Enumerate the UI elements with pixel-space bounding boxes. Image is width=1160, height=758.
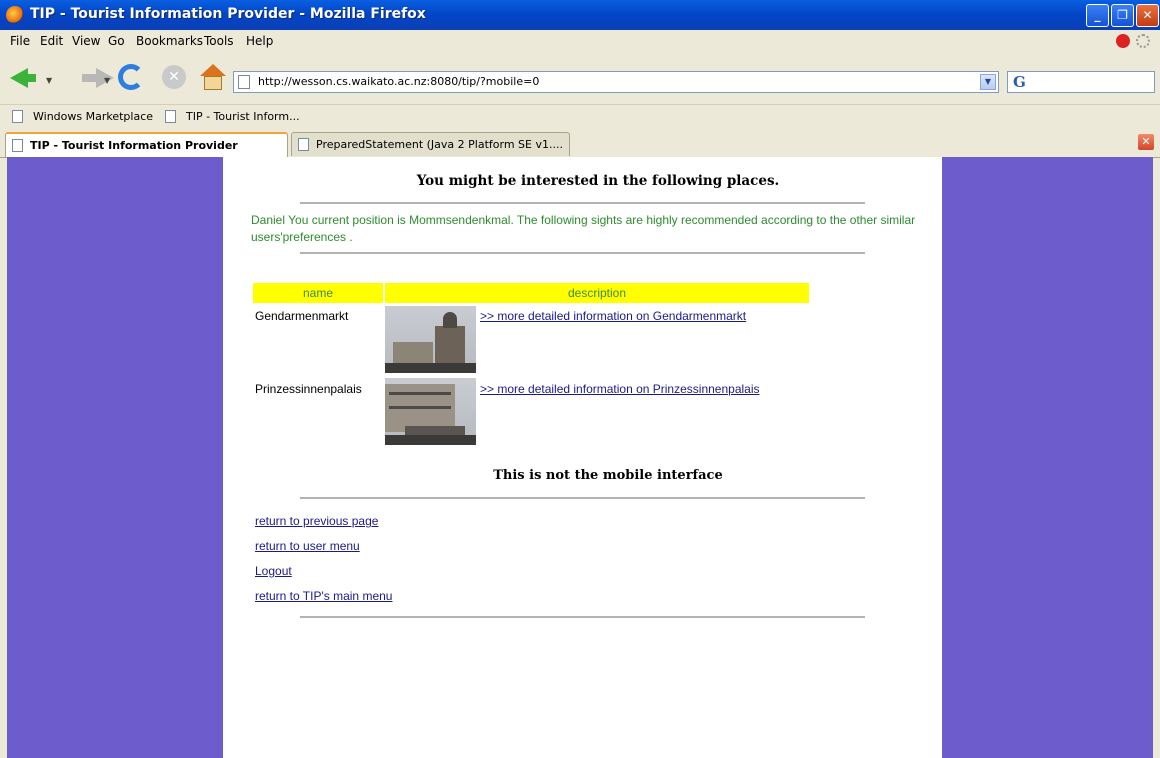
menu-edit[interactable]: Edit <box>40 34 63 48</box>
logout-link[interactable]: Logout <box>255 564 292 578</box>
menu-tools[interactable]: Tools <box>204 34 234 48</box>
forward-dropdown-icon[interactable]: ▼ <box>104 76 110 85</box>
tab-label: PreparedStatement (Java 2 Platform SE v1… <box>316 138 563 151</box>
throbber-icon <box>1136 34 1150 48</box>
address-bar[interactable]: http://wesson.cs.waikato.ac.nz:8080/tip/… <box>233 71 999 93</box>
close-window-button[interactable]: ✕ <box>1136 4 1159 27</box>
menu-view[interactable]: View <box>72 34 100 48</box>
photo-ground <box>385 435 476 445</box>
reload-icon[interactable] <box>118 64 144 90</box>
menu-bar: File Edit View Go Bookmarks Tools Help <box>0 30 1160 52</box>
tab-preparedstatement[interactable]: PreparedStatement (Java 2 Platform SE v1… <box>291 132 570 156</box>
page-icon <box>238 75 250 89</box>
interface-notice: This is not the mobile interface <box>493 468 723 483</box>
chevron-down-icon[interactable]: ▼ <box>980 74 996 90</box>
page-content: You might be interested in the following… <box>223 157 942 758</box>
page-icon <box>12 139 23 152</box>
stop-sign-icon <box>1116 34 1130 48</box>
google-search-icon[interactable]: G <box>1013 73 1026 91</box>
divider <box>300 497 865 499</box>
home-body <box>204 76 222 90</box>
close-tab-icon[interactable]: ✕ <box>1138 134 1154 150</box>
maximize-button[interactable]: ❐ <box>1111 4 1134 27</box>
bookmark-windows-marketplace[interactable]: Windows Marketplace <box>33 110 153 123</box>
stop-icon[interactable]: ✕ <box>162 65 186 89</box>
menu-help[interactable]: Help <box>246 34 273 48</box>
page-icon <box>165 110 176 123</box>
menu-go[interactable]: Go <box>108 34 125 48</box>
photo-building <box>435 326 465 366</box>
column-header-description: description <box>385 283 809 303</box>
bookmarks-toolbar: Windows Marketplace TIP - Tourist Inform… <box>0 105 1160 129</box>
more-info-link-gendarmenmarkt[interactable]: >> more detailed information on Gendarme… <box>480 309 746 323</box>
home-icon[interactable] <box>200 64 226 90</box>
menu-file[interactable]: File <box>10 34 30 48</box>
place-name: Gendarmenmarkt <box>255 309 349 323</box>
back-button[interactable] <box>26 74 36 82</box>
page-heading: You might be interested in the following… <box>416 173 780 189</box>
page-icon <box>298 138 309 151</box>
more-info-link-prinzessinnenpalais[interactable]: >> more detailed information on Prinzess… <box>480 382 760 396</box>
menu-bookmarks[interactable]: Bookmarks <box>136 34 203 48</box>
photo-ground <box>385 363 476 373</box>
page-viewport: You might be interested in the following… <box>7 157 1153 758</box>
divider <box>300 202 865 204</box>
column-header-name: name <box>253 283 383 303</box>
minimize-button[interactable]: _ <box>1086 4 1109 27</box>
divider <box>300 616 865 618</box>
return-main-menu-link[interactable]: return to TIP's main menu <box>255 589 392 603</box>
forward-button[interactable] <box>82 74 96 82</box>
window-title: TIP - Tourist Information Provider - Moz… <box>30 6 426 22</box>
tab-tip[interactable]: TIP - Tourist Information Provider <box>5 132 288 157</box>
window-titlebar: TIP - Tourist Information Provider - Moz… <box>0 0 1160 30</box>
return-previous-link[interactable]: return to previous page <box>255 514 378 528</box>
photo-dome <box>443 312 457 328</box>
firefox-icon <box>6 6 24 24</box>
page-icon <box>12 110 23 123</box>
url-text[interactable]: http://wesson.cs.waikato.ac.nz:8080/tip/… <box>258 75 539 88</box>
tab-bar: TIP - Tourist Information Provider Prepa… <box>0 129 1160 158</box>
place-name: Prinzessinnenpalais <box>255 382 362 396</box>
prinzessinnenpalais-photo <box>385 378 476 445</box>
tab-label: TIP - Tourist Information Provider <box>30 139 238 152</box>
search-box[interactable]: G <box>1007 71 1155 93</box>
back-dropdown-icon[interactable]: ▼ <box>46 76 52 85</box>
bookmark-tip[interactable]: TIP - Tourist Inform... <box>186 110 300 123</box>
recommendation-text: Daniel You current position is Mommsende… <box>251 213 916 244</box>
home-roof <box>200 64 226 76</box>
photo-windows <box>389 392 451 395</box>
return-user-menu-link[interactable]: return to user menu <box>255 539 360 553</box>
gendarmenmarkt-photo <box>385 306 476 373</box>
divider <box>300 252 865 254</box>
photo-windows <box>389 406 451 409</box>
